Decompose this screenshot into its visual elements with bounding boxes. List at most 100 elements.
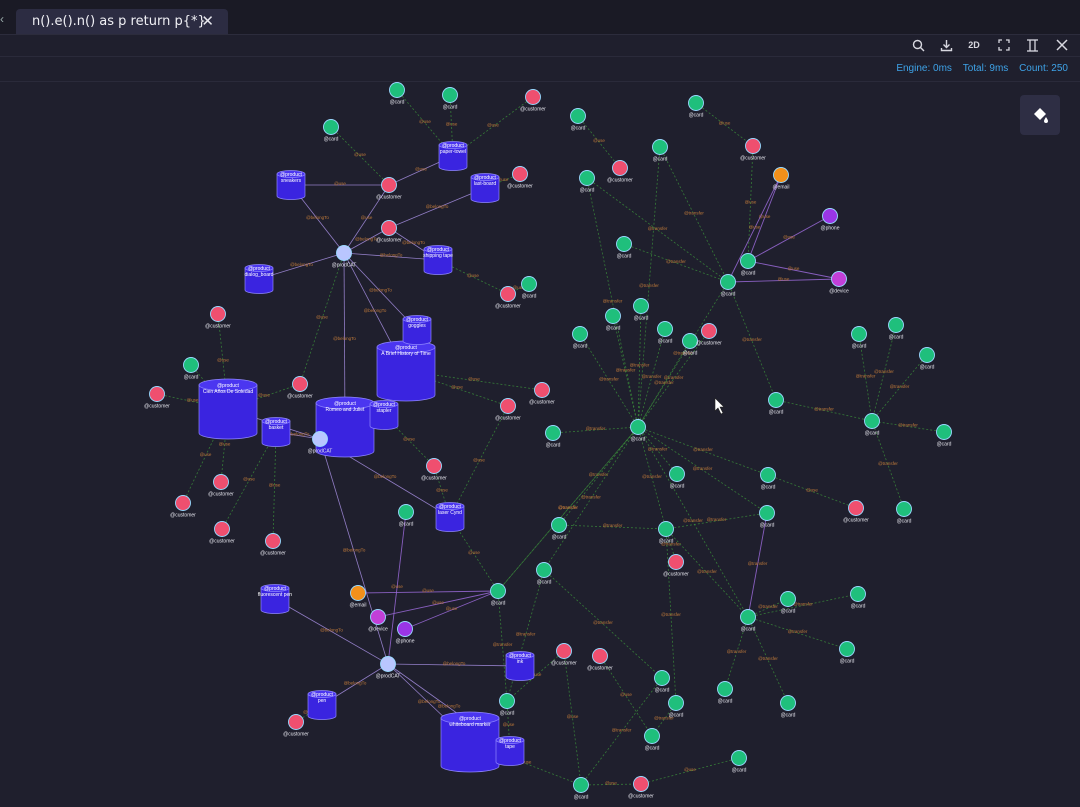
graph-node-product[interactable]: @productdialog_board (245, 264, 274, 294)
graph-node-product[interactable]: @productsneakers (276, 170, 306, 200)
fullscreen-button[interactable] (994, 36, 1014, 54)
graph-node-card[interactable]: @card (605, 308, 621, 332)
graph-node-card[interactable]: @card (780, 591, 796, 615)
graph-node-product[interactable]: @productink (505, 651, 535, 681)
graph-node-card[interactable]: @card (536, 562, 552, 586)
graph-node-card[interactable]: @card (688, 95, 704, 119)
split-view-button[interactable] (1022, 36, 1042, 54)
search-button[interactable] (908, 36, 928, 54)
graph-node-card[interactable]: @card (740, 609, 756, 633)
graph-node-product[interactable]: @productCien Años De Soledad (198, 378, 258, 440)
graph-node-card[interactable]: @card (490, 583, 506, 607)
graph-node-phone[interactable]: @phone (821, 208, 840, 232)
graph-node-prodCAT[interactable]: @prodCAT (376, 656, 401, 680)
graph-node-customer[interactable]: @customer (287, 376, 313, 400)
graph-node-card[interactable]: @card (389, 82, 405, 106)
graph-node-card[interactable]: @card (669, 466, 685, 490)
graph-node-device[interactable]: @device (829, 271, 849, 295)
graph-node-card[interactable]: @card (545, 425, 561, 449)
graph-node-card[interactable]: @card (919, 347, 935, 371)
graph-node-card[interactable]: @card (654, 670, 670, 694)
graph-node-product[interactable]: @producttape (495, 736, 525, 766)
graph-node-card[interactable]: @card (521, 276, 537, 300)
graph-node-customer[interactable]: @customer (607, 160, 633, 184)
graph-node-product[interactable]: @productpen (307, 690, 337, 720)
graph-node-card[interactable]: @card (759, 505, 775, 529)
graph-node-customer[interactable]: @customer (209, 521, 235, 545)
graph-node-card[interactable]: @card (644, 728, 660, 752)
graph-node-card[interactable]: @card (572, 326, 588, 350)
graph-node-phone[interactable]: @phone (396, 621, 415, 645)
graph-node-card[interactable]: @card (442, 87, 458, 111)
graph-node-customer[interactable]: @customer (144, 386, 170, 410)
graph-node-card[interactable]: @card (551, 517, 567, 541)
graph-node-card[interactable]: @card (616, 236, 632, 260)
graph-node-product[interactable]: @productshipping tape (423, 245, 453, 275)
graph-node-card[interactable]: @card (570, 108, 586, 132)
graph-node-card[interactable]: @card (633, 298, 649, 322)
close-panel-button[interactable] (1052, 36, 1072, 54)
graph-node-email[interactable]: @email (772, 167, 790, 191)
graph-node-product[interactable]: @productwhiteboard marker (440, 711, 500, 773)
graph-node-customer[interactable]: @customer (205, 306, 231, 330)
graph-node-card[interactable]: @card (630, 419, 646, 443)
graph-node-prodCAT[interactable]: @prodCAT (332, 245, 357, 269)
graph-node-device[interactable]: @device (368, 609, 388, 633)
graph-node-card[interactable]: @card (936, 424, 952, 448)
graph-node-card[interactable]: @card (864, 413, 880, 437)
download-button[interactable] (936, 36, 956, 54)
graph-node-product[interactable]: @productA Brief History of Time (376, 340, 436, 402)
graph-node-customer[interactable]: @customer (495, 398, 521, 422)
graph-node-customer[interactable]: @customer (283, 714, 309, 738)
graph-node-card[interactable]: @card (499, 693, 515, 717)
graph-node-card[interactable]: @card (731, 750, 747, 774)
graph-node-card[interactable]: @card (183, 357, 199, 381)
graph-node-card[interactable]: @card (658, 521, 674, 545)
graph-node-card[interactable]: @card (652, 139, 668, 163)
graph-node-product[interactable]: @productpaper-towel (438, 141, 468, 171)
graph-node-card[interactable]: @card (768, 392, 784, 416)
scroll-left-icon[interactable]: ‹ (0, 12, 4, 26)
graph-node-customer[interactable]: @customer (208, 474, 234, 498)
graph-node-customer[interactable]: @customer (663, 554, 689, 578)
graph-node-customer[interactable]: @customer (421, 458, 447, 482)
graph-node-card[interactable]: @card (579, 170, 595, 194)
graph-node-customer[interactable]: @customer (170, 495, 196, 519)
graph-node-product[interactable]: @productbasket (261, 417, 291, 447)
graph-node-product[interactable]: @productlast-board (470, 173, 500, 203)
graph-node-card[interactable]: @card (720, 274, 736, 298)
graph-node-customer[interactable]: @customer (587, 648, 613, 672)
graph-node-card[interactable]: @card (839, 641, 855, 665)
graph-node-customer[interactable]: @customer (843, 500, 869, 524)
graph-node-product[interactable]: @productgoggles (402, 315, 432, 345)
graph-node-card[interactable]: @card (323, 119, 339, 143)
edge-label: @transfer (616, 368, 636, 373)
graph-node-customer[interactable]: @customer (529, 382, 555, 406)
graph-node-card[interactable]: @card (668, 695, 684, 719)
style-button[interactable] (1020, 95, 1060, 135)
graph-node-card[interactable]: @card (657, 321, 673, 345)
graph-node-card[interactable]: @card (896, 501, 912, 525)
graph-node-email[interactable]: @email (349, 585, 367, 609)
graph-node-card[interactable]: @card (888, 317, 904, 341)
graph-node-card[interactable]: @card (717, 681, 733, 705)
graph-node-product[interactable]: @productstapler (369, 400, 399, 430)
graph-node-product[interactable]: @productfluorescent pen (258, 584, 292, 614)
graph-node-card[interactable]: @card (851, 326, 867, 350)
graph-node-card[interactable]: @card (780, 695, 796, 719)
view-2d-button[interactable]: 2D (964, 36, 984, 54)
graph-node-card[interactable]: @card (740, 253, 756, 277)
graph-node-customer[interactable]: @customer (551, 643, 577, 667)
close-tab-icon[interactable]: ✕ (201, 12, 214, 30)
query-tab[interactable]: n().e().n() as p return p{*} ✕ (16, 9, 228, 34)
graph-node-card[interactable]: @card (850, 586, 866, 610)
graph-canvas[interactable]: @use @use @use @use @use @use @use @belongTo @be… (0, 81, 1080, 807)
graph-node-customer[interactable]: @customer (628, 776, 654, 800)
graph-node-customer[interactable]: @customer (520, 89, 546, 113)
graph-node-card[interactable]: @card (573, 777, 589, 801)
graph-node-customer[interactable]: @customer (260, 533, 286, 557)
graph-node-card[interactable]: @card (398, 504, 414, 528)
graph-node-customer[interactable]: @customer (740, 138, 766, 162)
graph-node-card[interactable]: @card (760, 467, 776, 491)
graph-node-product[interactable]: @productlaser Cynd (435, 502, 465, 532)
